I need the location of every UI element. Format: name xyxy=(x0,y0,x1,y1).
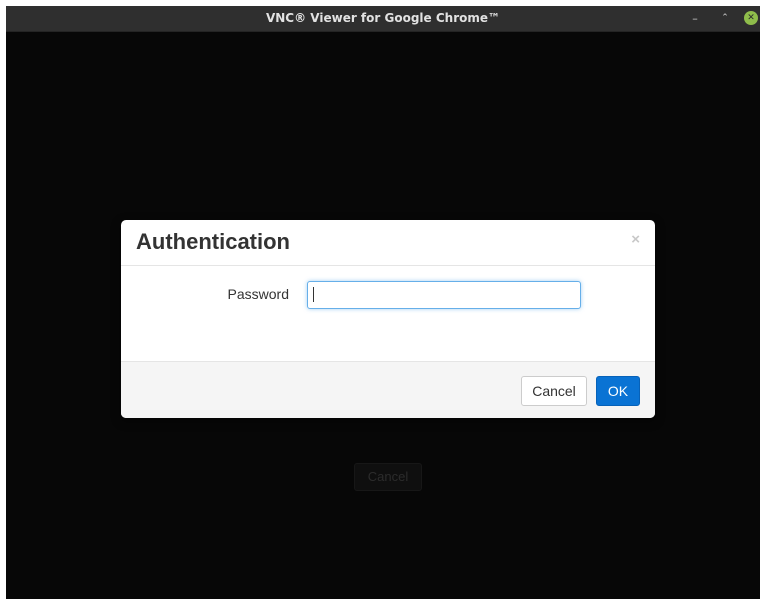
minimize-icon[interactable]: – xyxy=(688,6,702,31)
close-window-icon[interactable]: ✕ xyxy=(744,11,758,25)
password-label: Password xyxy=(227,286,289,302)
dialog-close-icon[interactable]: × xyxy=(631,232,640,248)
text-cursor xyxy=(313,287,314,302)
password-input[interactable] xyxy=(307,281,581,309)
dialog-header: Authentication × xyxy=(121,220,655,266)
window-titlebar[interactable]: VNC® Viewer for Google Chrome™ – ⌃ ✕ xyxy=(6,6,760,32)
restore-icon[interactable]: ⌃ xyxy=(718,6,732,31)
window-title: VNC® Viewer for Google Chrome™ xyxy=(265,11,501,25)
dialog-footer: Cancel OK xyxy=(121,361,655,418)
cancel-button[interactable]: Cancel xyxy=(521,376,587,406)
vnc-viewer-window: VNC® Viewer for Google Chrome™ – ⌃ ✕ Can… xyxy=(6,6,760,599)
dialog-title: Authentication xyxy=(136,229,290,254)
ok-button[interactable]: OK xyxy=(596,376,640,406)
authentication-dialog: Authentication × Password Cancel OK xyxy=(121,220,655,418)
background-cancel-button: Cancel xyxy=(354,463,422,491)
viewer-content-area: Cancel Authentication × Password Cancel … xyxy=(6,32,760,599)
